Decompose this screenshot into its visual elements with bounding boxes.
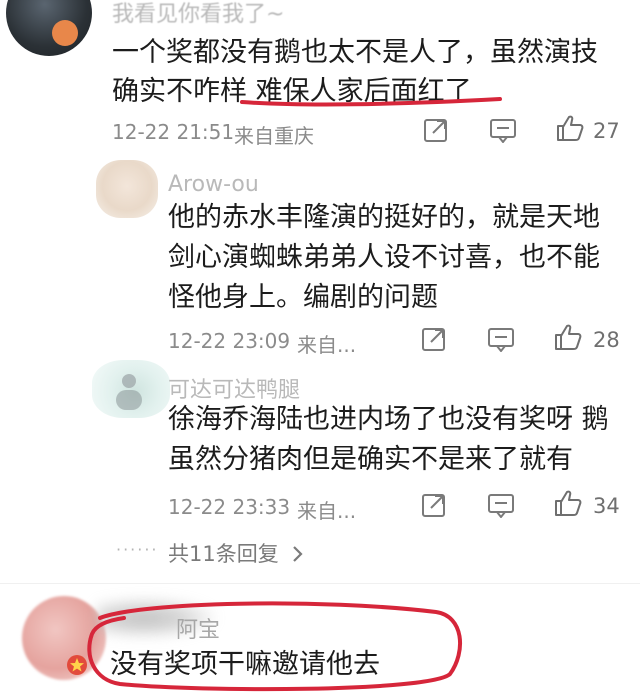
- share-icon[interactable]: [423, 117, 449, 143]
- comment-time: 12-22 21:51: [112, 120, 235, 144]
- more-replies-link[interactable]: 共11条回复: [168, 538, 305, 568]
- comment-text: 没有奖项干嘛邀请他去: [110, 649, 380, 680]
- comment-text-line: 剑心演蜘蛛弟弟人设不讨喜，也不能: [168, 242, 600, 273]
- divider: [0, 583, 640, 584]
- share-icon[interactable]: [421, 326, 447, 352]
- thumb-up-icon[interactable]: [553, 488, 583, 518]
- comment-text-line: 虽然分猪肉但是确实不是来了就有: [168, 444, 573, 475]
- comment-text-line: 徐海乔海陆也进内场了也没有奖呀 鹅: [168, 404, 609, 435]
- comment-time: 12-22 23:33: [168, 495, 291, 519]
- comment-username[interactable]: Arow-ou: [168, 172, 259, 197]
- comment-location: 来自...: [297, 333, 357, 357]
- comment-text-line: 他的赤水丰隆演的挺好的，就是天地: [168, 202, 600, 233]
- like-count: 28: [593, 328, 620, 352]
- like-count: 27: [593, 119, 620, 143]
- red-annotation-underline: [240, 97, 502, 107]
- ellipsis-icon: ······: [116, 540, 159, 559]
- thumb-up-icon[interactable]: [555, 113, 585, 143]
- like-count: 34: [593, 494, 620, 518]
- comment-text-line: 一个奖都没有鹅也太不是人了，虽然演技: [112, 37, 598, 68]
- comment-location: 来自...: [297, 499, 357, 523]
- avatar[interactable]: [96, 160, 158, 218]
- avatar[interactable]: [92, 360, 170, 418]
- share-icon[interactable]: [421, 492, 447, 518]
- chevron-right-icon: [293, 546, 303, 562]
- comment-time: 12-22 23:09: [168, 329, 291, 353]
- comment-icon[interactable]: [489, 117, 517, 143]
- comment-username[interactable]: 我看见你看我了~: [112, 0, 284, 28]
- more-replies-label: 共11条回复: [168, 542, 279, 566]
- comment-text-line: 怪他身上。编剧的问题: [168, 282, 438, 313]
- comment-icon[interactable]: [487, 326, 515, 352]
- avatar[interactable]: [6, 0, 92, 56]
- thumb-up-icon[interactable]: [553, 322, 583, 352]
- comment-location: 来自重庆: [234, 124, 314, 148]
- comment-icon[interactable]: [487, 492, 515, 518]
